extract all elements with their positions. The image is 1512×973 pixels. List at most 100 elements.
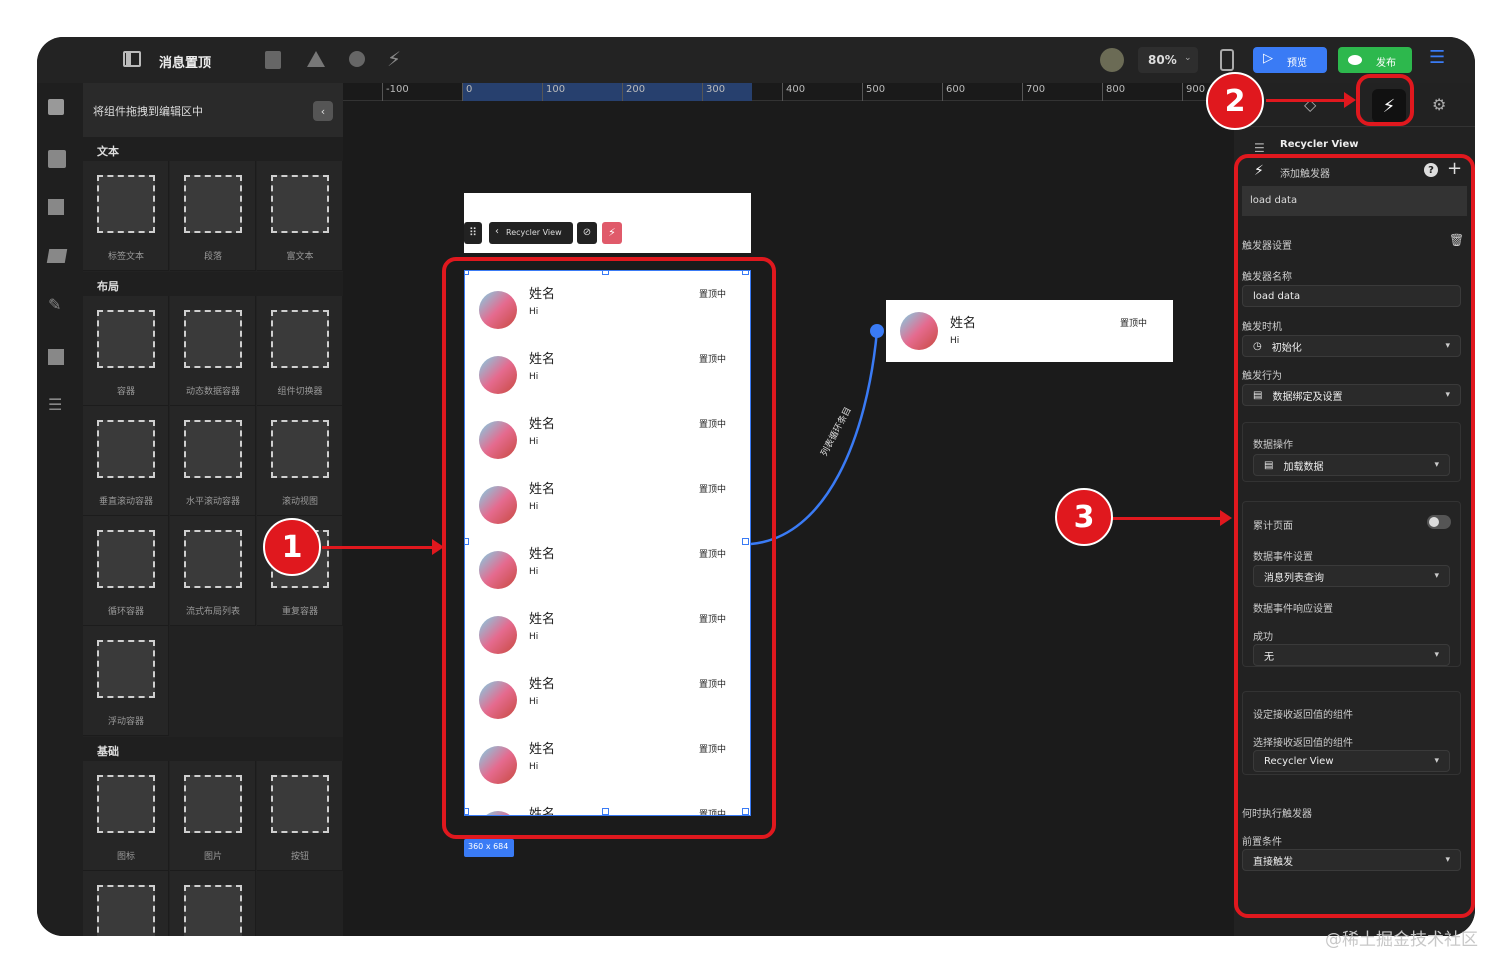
palette-tile-loop-container[interactable]: 循环容器 xyxy=(83,516,169,626)
palette-tile-button[interactable]: 按钮 xyxy=(257,761,343,871)
hide-icon[interactable]: ⊘ xyxy=(577,222,597,244)
pages-icon[interactable] xyxy=(48,349,64,365)
layers-icon[interactable] xyxy=(46,249,68,263)
component-palette: 将组件拖拽到编辑区中 ‹ 文本 布局 基础 标签文本 段落 富文本容器 动态数据容器 组… xyxy=(83,83,343,936)
top-toolbar: 消息置顶 ⚡ 80% ⌄ ▷ 预览 发布 ☰ xyxy=(37,37,1475,83)
list-icon[interactable]: ☰ xyxy=(48,395,62,414)
annotation-badge-3: 3 xyxy=(1055,488,1113,546)
palette-tile-more-1[interactable] xyxy=(83,871,169,936)
ruler-tick: 900 xyxy=(1186,84,1206,95)
ruler-mark xyxy=(1102,83,1103,101)
ruler-tick: 300 xyxy=(706,84,726,95)
ruler-mark xyxy=(702,83,703,101)
palette-tile-scroll-view[interactable]: 滚动视图 xyxy=(257,406,343,516)
arrow-3 xyxy=(1112,517,1222,520)
component-toolbar-label[interactable]: ‹ Recycler View xyxy=(489,222,573,244)
back-icon: ‹ xyxy=(495,226,499,237)
component-switcher-icon xyxy=(271,310,329,368)
scroll-view-icon xyxy=(271,420,329,478)
float-container-icon xyxy=(97,640,155,698)
palette-tile-label: 重复容器 xyxy=(281,607,318,617)
ruler-mark xyxy=(382,83,383,101)
section-basic: 基础 xyxy=(83,737,343,761)
palette-header: 将组件拖拽到编辑区中 ‹ xyxy=(83,83,343,137)
palette-tile-label: 容器 xyxy=(116,387,135,397)
zoom-select[interactable]: 80% ⌄ xyxy=(1138,47,1198,73)
document-icon[interactable] xyxy=(265,51,281,69)
annotation-badge-2: 2 xyxy=(1206,72,1264,130)
arrow-3-head xyxy=(1220,510,1232,526)
trigger-bolt-icon[interactable]: ⚡ xyxy=(602,222,622,244)
section-text: 文本 xyxy=(83,137,343,161)
palette-tile-vertical-scroll[interactable]: 垂直滚动容器 xyxy=(83,406,169,516)
ruler-tick: 200 xyxy=(626,84,646,95)
ruler-mark xyxy=(1182,83,1183,101)
flow-list-icon xyxy=(184,530,242,588)
components-icon[interactable] xyxy=(48,150,66,168)
paragraph-icon xyxy=(184,175,242,233)
collapse-icon[interactable]: ‹ xyxy=(313,101,333,121)
palette-tile-paragraph[interactable]: 段落 xyxy=(170,161,256,271)
template-item[interactable]: 姓名 Hi 置顶中 xyxy=(886,300,1173,362)
ruler-mark xyxy=(542,83,543,101)
horizontal-ruler: -100 0 100 200 300 400 500 600 700 800 900 xyxy=(343,83,1234,101)
brush-icon[interactable]: ✎ xyxy=(48,295,61,314)
size-badge: 360 x 684 xyxy=(464,839,514,857)
palette-tile-container[interactable]: 容器 xyxy=(83,296,169,406)
palette-tile-qrcode[interactable] xyxy=(170,871,256,936)
preview-button[interactable]: ▷ 预览 xyxy=(1253,47,1327,73)
more-1-icon xyxy=(97,885,155,936)
chevron-down-icon: ⌄ xyxy=(1184,53,1192,63)
palette-tile-label: 段落 xyxy=(203,252,222,262)
plugin-icon[interactable] xyxy=(349,51,365,67)
ruler-tick: 600 xyxy=(946,84,966,95)
palette-tile-label: 流式布局列表 xyxy=(185,607,240,617)
palette-tile-label: 组件切换器 xyxy=(277,387,323,397)
avatar[interactable] xyxy=(1100,48,1124,72)
sidebar-toggle-icon[interactable] xyxy=(123,51,141,67)
toolbar-component-name: Recycler View xyxy=(506,228,562,237)
dynamic-data-container-icon xyxy=(184,310,242,368)
cube-icon[interactable] xyxy=(48,99,64,115)
section-layout: 布局 xyxy=(83,272,343,296)
lightning-icon[interactable]: ⚡ xyxy=(387,47,401,71)
image-icon xyxy=(184,775,242,833)
device-icon[interactable] xyxy=(1220,49,1234,71)
loop-container-icon xyxy=(97,530,155,588)
size-badge-text: 360 x 684 xyxy=(468,842,509,851)
palette-tile-icon[interactable]: 图标 xyxy=(83,761,169,871)
palette-tile-label: 滚动视图 xyxy=(281,497,318,507)
arrow-1-head xyxy=(432,539,444,555)
palette-hint: 将组件拖拽到编辑区中 xyxy=(93,105,203,118)
component-name: Recycler View xyxy=(1280,139,1359,150)
arrow-2 xyxy=(1266,99,1346,102)
ruler-tick: -100 xyxy=(386,84,409,95)
triangle-icon[interactable] xyxy=(307,51,325,67)
settings-sliders-icon[interactable]: ☰ xyxy=(1429,47,1445,68)
grid-icon[interactable] xyxy=(48,199,64,215)
palette-tile-label-text[interactable]: 标签文本 xyxy=(83,161,169,271)
preview-label: 预览 xyxy=(1287,58,1307,69)
drag-handle-icon[interactable]: ⠿ xyxy=(464,222,482,244)
watermark: @稀土掘金技术社区 xyxy=(1325,930,1478,950)
ruler-mark xyxy=(782,83,783,101)
logic-tab-icon[interactable]: ⚙ xyxy=(1432,95,1446,114)
ruler-mark xyxy=(942,83,943,101)
icon-icon xyxy=(97,775,155,833)
palette-tile-dynamic-data-container[interactable]: 动态数据容器 xyxy=(170,296,256,406)
ruler-mark xyxy=(862,83,863,101)
style-tab-icon[interactable]: ◇ xyxy=(1304,95,1316,114)
palette-tile-component-switcher[interactable]: 组件切换器 xyxy=(257,296,343,406)
palette-tile-flow-list[interactable]: 流式布局列表 xyxy=(170,516,256,626)
label-text-icon xyxy=(97,175,155,233)
palette-tile-rich-text[interactable]: 富文本 xyxy=(257,161,343,271)
palette-tile-float-container[interactable]: 浮动容器 xyxy=(83,626,169,736)
palette-tile-label: 富文本 xyxy=(286,252,314,262)
publish-button[interactable]: 发布 xyxy=(1338,47,1412,73)
palette-tile-image[interactable]: 图片 xyxy=(170,761,256,871)
left-rail: ✎ ☰ xyxy=(37,83,83,936)
ruler-mark xyxy=(1022,83,1023,101)
palette-tile-horizontal-scroll[interactable]: 水平滚动容器 xyxy=(170,406,256,516)
arrow-2-head xyxy=(1344,92,1356,108)
annotation-box-2 xyxy=(1356,74,1414,126)
